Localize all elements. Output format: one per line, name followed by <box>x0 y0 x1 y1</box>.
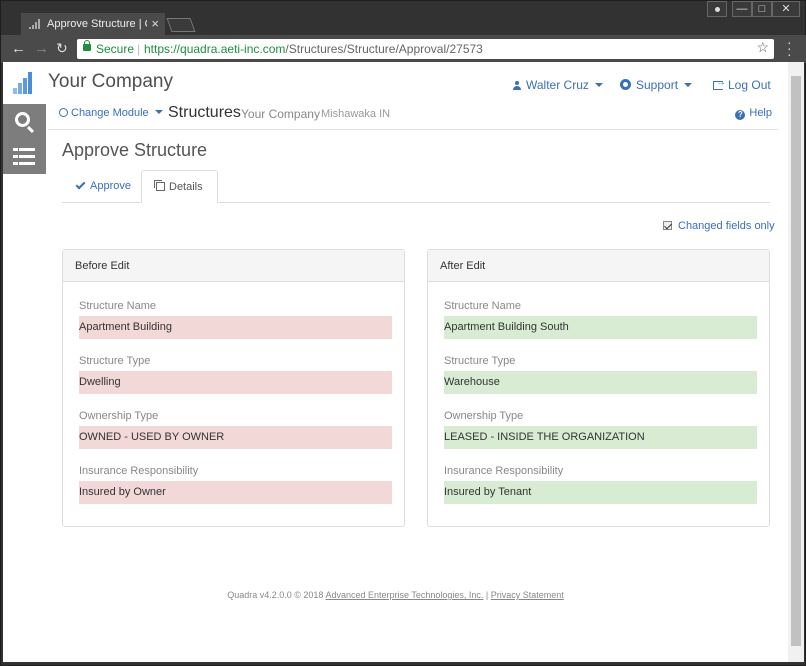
changed-fields-toggle[interactable]: Changed fields only <box>663 220 775 232</box>
minimize-button[interactable]: — <box>732 1 752 17</box>
footer-divider: | <box>485 590 489 600</box>
profile-icon[interactable] <box>707 1 727 17</box>
logout-label: Log Out <box>728 78 771 92</box>
bookmark-star-icon[interactable]: ☆ <box>756 39 769 56</box>
before-edit-panel: Before Edit Structure Name Apartment Bui… <box>62 249 405 527</box>
change-module-dropdown[interactable]: Change Module <box>59 107 163 119</box>
field-label: Structure Name <box>79 300 157 312</box>
field-value: Insured by Owner <box>79 481 392 504</box>
sidebar <box>3 104 46 174</box>
field-value: Insured by Tenant <box>444 481 757 504</box>
question-icon: ? <box>735 110 746 120</box>
version-text: Quadra v4.2.0.0 © 2018 <box>227 590 324 600</box>
search-icon <box>15 112 30 127</box>
field-label: Structure Name <box>444 300 522 312</box>
support-label: Support <box>636 78 679 92</box>
url-path: /Structures/Structure/Approval/27573 <box>285 42 483 56</box>
scrollbar-thumb[interactable] <box>791 76 801 646</box>
maximize-button[interactable]: □ <box>752 1 772 17</box>
change-module-label: Change Module <box>71 107 149 119</box>
field-label: Structure Type <box>444 355 516 367</box>
brand-name: Your Company <box>48 71 173 92</box>
chevron-down-icon <box>684 83 693 87</box>
after-field: Ownership Type LEASED - INSIDE THE ORGAN… <box>444 410 757 449</box>
url-host: https://quadra.aeti-inc.com <box>144 42 286 56</box>
before-field: Ownership Type OWNED - USED BY OWNER <box>79 410 392 449</box>
new-tab-button[interactable] <box>166 18 196 32</box>
reload-icon[interactable]: ↻ <box>56 40 68 57</box>
scrollbar[interactable] <box>788 62 804 662</box>
lock-icon <box>83 40 91 51</box>
company-logo-icon <box>13 72 37 94</box>
tab-title: Approve Structure | Quadra <box>47 18 147 30</box>
page-tabs: Approve Details <box>62 170 770 203</box>
tab-strip: Approve Structure | Quadra × — □ ✕ <box>1 1 806 35</box>
user-icon <box>513 81 521 90</box>
secure-label: Secure <box>96 42 135 56</box>
back-arrow-icon[interactable]: ← <box>11 40 26 57</box>
checkmark-icon <box>75 179 86 190</box>
help-link[interactable]: ? Help <box>735 107 772 120</box>
privacy-link[interactable]: Privacy Statement <box>491 590 564 600</box>
user-name: Walter Cruz <box>526 78 589 92</box>
tab-details-label: Details <box>169 181 203 193</box>
field-value: Apartment Building <box>79 316 392 339</box>
address-bar[interactable]: Secure | https://quadra.aeti-inc.com/Str… <box>77 39 774 59</box>
tab-approve[interactable]: Approve <box>62 170 145 203</box>
support-menu[interactable]: Support <box>620 78 693 92</box>
page-footer: Quadra v4.2.0.0 © 2018 Advanced Enterpri… <box>3 590 788 600</box>
sidebar-search-button[interactable] <box>3 104 46 139</box>
field-value: LEASED - INSIDE THE ORGANIZATION <box>444 426 757 449</box>
changed-fields-label: Changed fields only <box>678 220 775 232</box>
location-name: Mishawaka IN <box>321 108 391 120</box>
favicon-icon <box>29 19 41 29</box>
before-field: Structure Name Apartment Building <box>79 300 392 339</box>
user-menu[interactable]: Walter Cruz <box>513 78 603 92</box>
close-window-button[interactable]: ✕ <box>772 1 800 17</box>
field-value: Warehouse <box>444 371 757 394</box>
browser-tab[interactable]: Approve Structure | Quadra × <box>21 13 165 35</box>
browser-menu-icon[interactable]: · · · <box>787 35 792 61</box>
after-edit-panel: After Edit Structure Name Apartment Buil… <box>427 249 770 527</box>
changed-fields-checkbox[interactable] <box>663 221 672 230</box>
chevron-down-icon <box>594 83 603 87</box>
field-label: Ownership Type <box>444 410 524 422</box>
field-value: OWNED - USED BY OWNER <box>79 426 392 449</box>
page-title: Approve Structure <box>62 140 208 160</box>
copy-icon <box>154 180 165 191</box>
field-label: Insurance Responsibility <box>444 465 564 477</box>
list-icon <box>13 148 35 165</box>
after-field: Insurance Responsibility Insured by Tena… <box>444 465 757 504</box>
module-bar: Change Module Structures Your Company Mi… <box>48 96 778 130</box>
field-label: Ownership Type <box>79 410 159 422</box>
module-title: Structures <box>168 104 241 121</box>
lifebuoy-icon <box>620 79 631 90</box>
module-icon <box>59 108 68 117</box>
field-label: Structure Type <box>79 355 151 367</box>
company-name: Your Company <box>241 107 320 121</box>
tab-approve-label: Approve <box>90 180 131 192</box>
browser-toolbar: ← → ↻ Secure | https://quadra.aeti-inc.c… <box>1 35 806 63</box>
chevron-down-icon <box>154 110 163 114</box>
before-field: Structure Type Dwelling <box>79 355 392 394</box>
tab-details[interactable]: Details <box>141 170 218 203</box>
after-field: Structure Type Warehouse <box>444 355 757 394</box>
web-page: Your Company Walter Cruz Support Log Out… <box>3 62 788 662</box>
field-value: Dwelling <box>79 371 392 394</box>
before-edit-heading: Before Edit <box>63 250 404 282</box>
logout-icon <box>713 77 726 90</box>
after-field: Structure Name Apartment Building South <box>444 300 757 339</box>
url-text: https://quadra.aeti-inc.com/Structures/S… <box>144 42 483 56</box>
company-link[interactable]: Advanced Enterprise Technologies, Inc. <box>325 590 483 600</box>
after-edit-heading: After Edit <box>428 250 769 282</box>
field-label: Insurance Responsibility <box>79 465 199 477</box>
logout-link[interactable]: Log Out <box>713 77 771 92</box>
help-label: Help <box>749 107 772 119</box>
sidebar-list-button[interactable] <box>3 139 46 174</box>
field-value: Apartment Building South <box>444 316 757 339</box>
tab-close-icon[interactable]: × <box>151 16 159 31</box>
before-field: Insurance Responsibility Insured by Owne… <box>79 465 392 504</box>
forward-arrow-icon[interactable]: → <box>34 40 49 57</box>
